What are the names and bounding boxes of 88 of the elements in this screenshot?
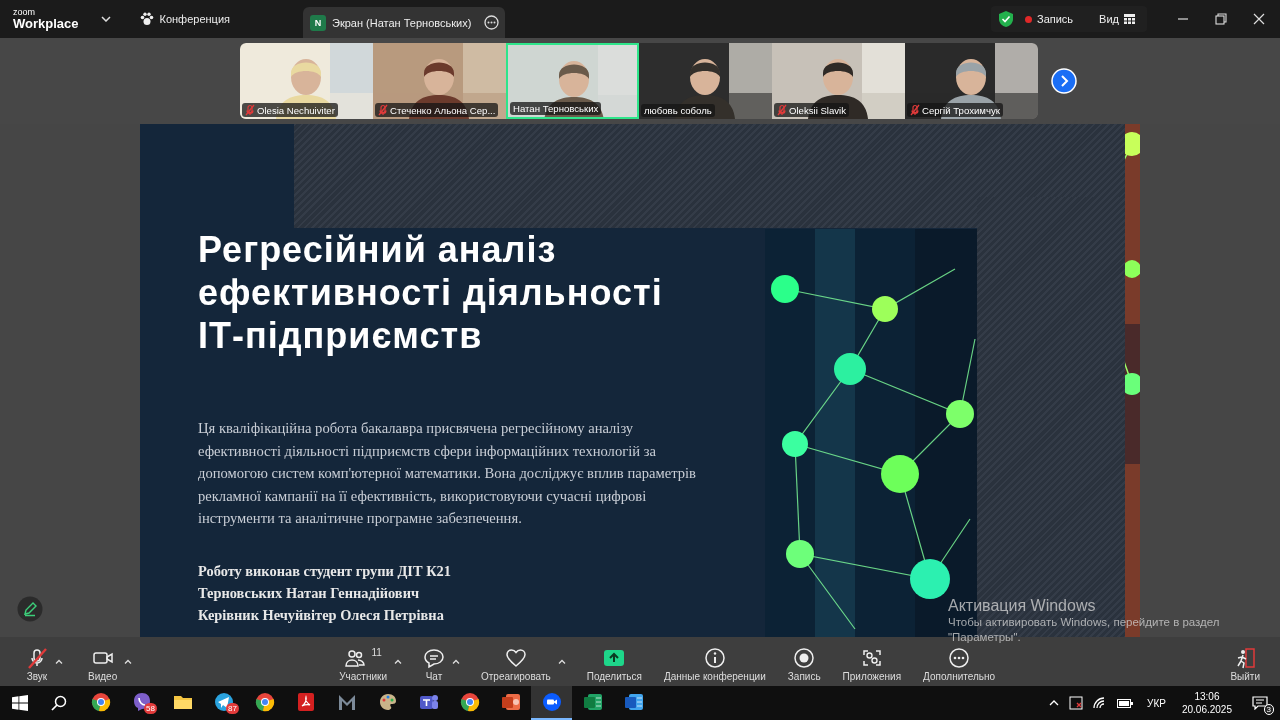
participant-name: Натан Терновських [513,103,599,114]
record-button[interactable]: Запись [783,647,825,682]
taskbar-app[interactable] [531,686,572,720]
notification-badge: 58 [144,703,157,714]
exit-icon [1234,647,1257,669]
record-icon [793,647,816,669]
paw-icon [139,12,154,26]
video-tile[interactable]: Стеченко Альона Сер... [373,43,506,119]
meeting-menu[interactable]: Конференция [137,9,232,29]
caret-icon [452,659,460,664]
chevron-down-icon[interactable] [100,16,111,22]
chevron-mark-icon [336,692,357,712]
heart-icon [504,647,527,669]
slide-description: Ця кваліфікаційна робота бакалавра присвячена регресійному аналізу ефективності діяльності підприємств сфери інформаційних технологій за допомогою систем комп'ютерної математики. Вона досліджує вплив параметрів рекламної кампанії на її ефективність, використовуючи сучасні цифрові інструменти та аналітичне програмне забезпечення. [198,419,697,529]
next-page-icon[interactable] [1051,68,1077,94]
language-indicator[interactable]: УКР [1147,697,1166,709]
video-tile[interactable]: Натан Терновських [506,43,639,119]
view-button[interactable]: Вид [1095,11,1139,27]
palette-icon [377,692,398,712]
react-button[interactable]: Отреагировать [477,647,555,682]
chevron-up-icon[interactable] [1049,700,1060,706]
document-icon [295,692,316,712]
credit-line: Керівник Нечуйвітер Олеся Петрівна [198,605,444,625]
camera-circle-icon [541,692,562,712]
notification-count: 3 [1263,704,1274,715]
clock[interactable]: 13:06 20.06.2025 [1181,690,1232,716]
close-icon[interactable] [1253,13,1265,25]
recording-button[interactable]: Запись [1021,11,1078,27]
browser-icon [459,692,480,712]
shield-icon [999,11,1013,27]
notification-badge: 87 [226,703,239,714]
presentation-icon [500,692,521,712]
taskbar-app[interactable]: 87 [203,686,244,720]
caret-icon [55,659,63,664]
video-tile[interactable]: любовь соболь [639,43,772,119]
video-button[interactable]: Видео [84,647,122,682]
participant-count: 11 [371,647,382,658]
meeting-info-button[interactable]: Данные конференции [659,647,770,682]
more-button[interactable]: Дополнительно [919,647,1000,682]
share-button[interactable]: Поделиться [582,647,646,682]
people-icon [344,647,367,669]
leave-button[interactable]: Выйти [1226,647,1264,682]
participant-name: Сергій Трохимчук [922,104,1000,116]
video-tile[interactable]: Сергій Трохимчук [905,43,1038,119]
video-tile[interactable]: Olesia Nechuiviter [240,43,373,119]
tab-title: Экран (Натан Терновських) [332,16,473,29]
people-tile-icon [418,692,439,712]
apps-icon [860,647,883,669]
grid-icon [1124,14,1135,24]
caret-icon [557,659,566,664]
record-dot-icon [1025,15,1032,23]
video-tile[interactable]: Oleksii Slavik [772,43,905,119]
battery-icon[interactable] [1117,698,1134,708]
activation-title: Активация Windows [948,597,1096,615]
shield-x-icon[interactable] [1069,696,1084,710]
avatar: N [310,14,326,31]
search-icon[interactable] [51,695,67,711]
more-icon [484,15,499,30]
text-document-icon [623,692,644,712]
caret-icon [394,659,402,664]
participant-name: любовь соболь [644,105,712,116]
participant-name: Oleksii Slavik [789,104,847,116]
notifications-icon [1252,696,1268,710]
slide-title: Регресійний аналіз ефективності діяльності ІТ-підприємств [198,228,664,357]
chat-button[interactable]: Чат [419,647,449,682]
logo-text: Workplace [13,17,79,30]
restore-icon[interactable] [1215,13,1227,25]
pencil-icon[interactable] [17,596,43,622]
activation-text: Чтобы активировать Windows, перейдите в раздел [948,615,1220,630]
credit-line: Терновських Натан Геннадійович [198,583,420,603]
more-icon [948,647,971,669]
participant-name: Olesia Nechuiviter [257,104,335,116]
taskbar-app[interactable]: 58 [121,686,162,720]
participant-name: Стеченко Альона Сер... [390,104,496,116]
speech-bubble-icon [423,647,445,669]
apps-button[interactable]: Приложения [838,647,906,682]
info-icon [703,647,726,669]
share-tab[interactable]: N Экран (Натан Терновських) [303,7,505,38]
audio-button[interactable]: Звук [22,647,52,682]
credit-line: Роботу виконав студент групи ДІТ К21 [198,561,451,581]
spreadsheet-icon [582,692,603,712]
logo-text: zoom [13,8,36,17]
caret-icon [124,659,133,664]
participants-button[interactable]: 11 Участники [335,647,391,682]
windows-start-icon[interactable] [12,695,28,711]
browser-icon [90,692,111,712]
browser-icon [254,692,275,712]
activation-text: "Параметры". [948,630,1021,645]
